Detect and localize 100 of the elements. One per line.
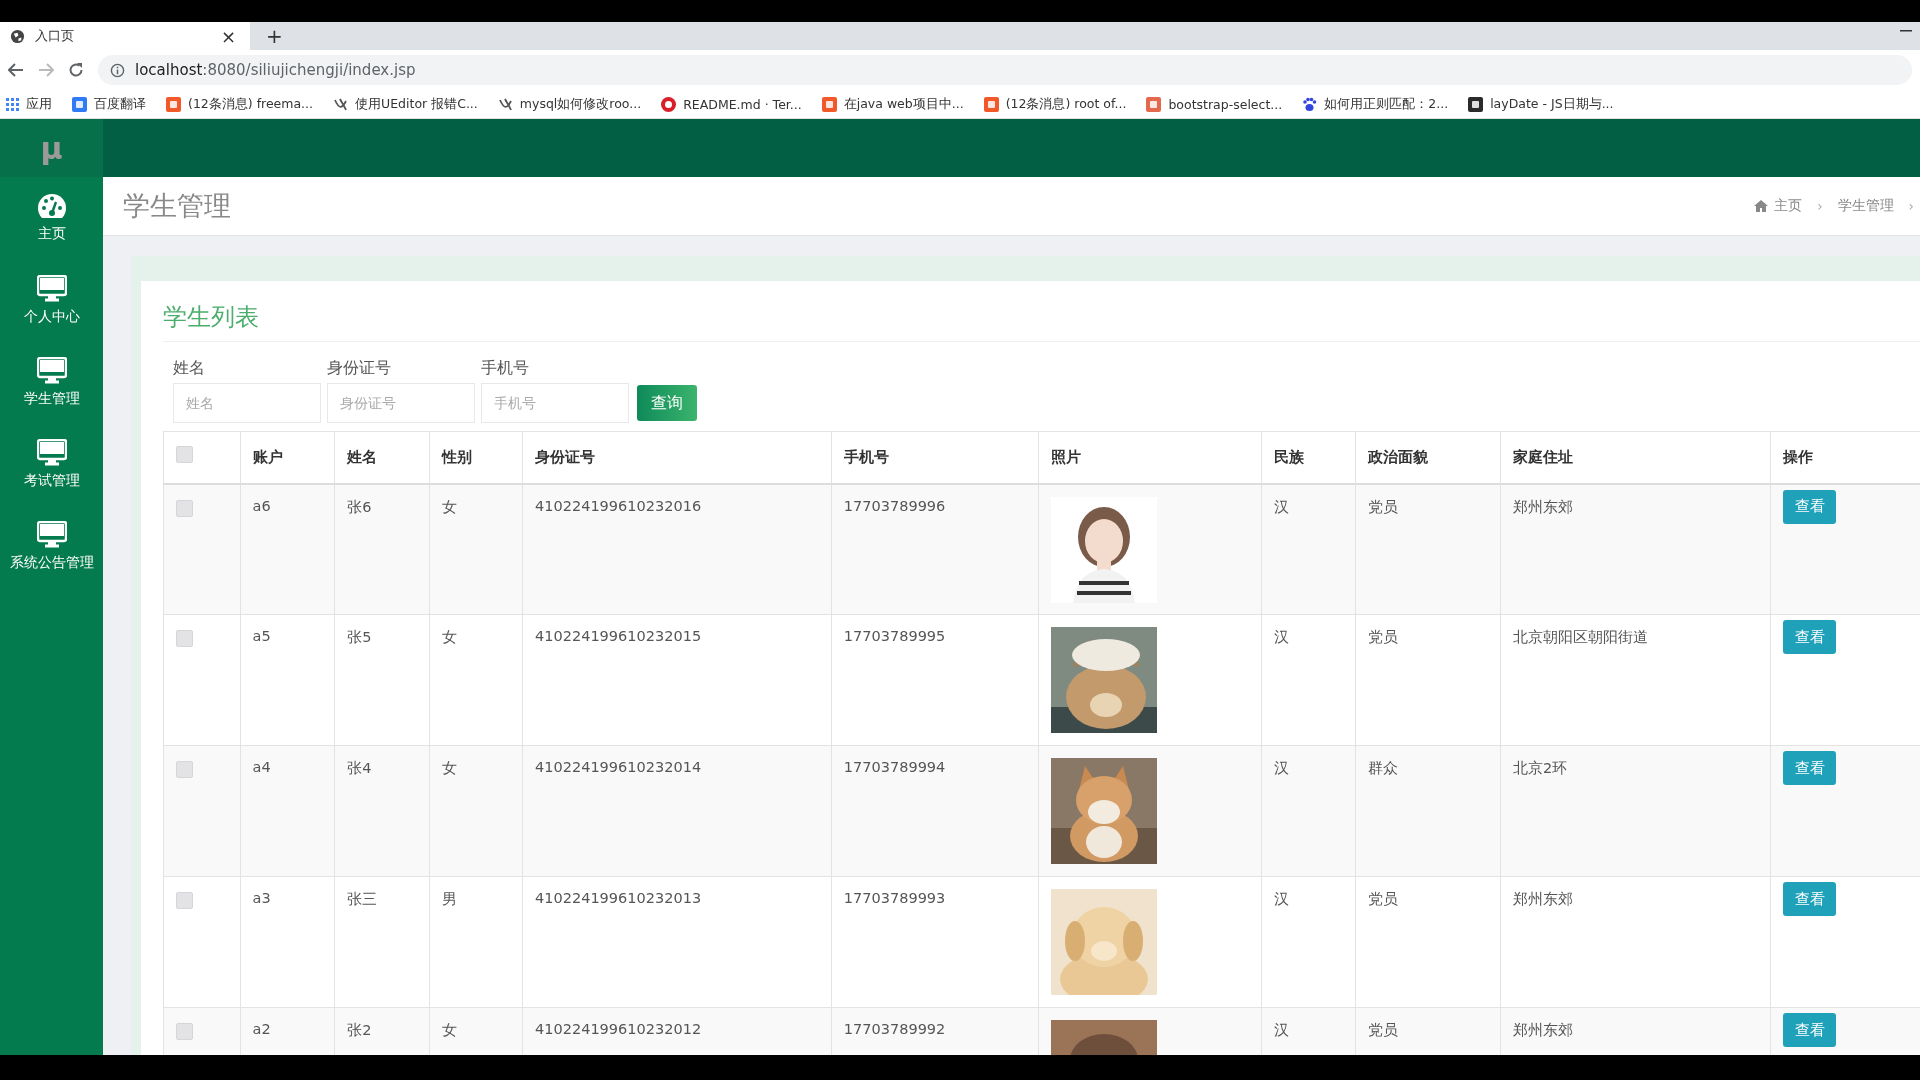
table-cell: 党员	[1368, 629, 1399, 645]
table-cell: 郑州东郊	[1512, 498, 1573, 515]
column-header: 姓名	[334, 431, 430, 484]
tab-title: 入口页	[35, 27, 75, 45]
bookmark[interactable]: README.md · Ter...	[661, 96, 802, 112]
bookmark[interactable]: 百度翻译	[72, 95, 146, 113]
row-checkbox[interactable]	[176, 499, 193, 517]
table-cell: 410224199610232014	[535, 759, 702, 775]
column-header: 照片	[1038, 431, 1262, 484]
row-checkbox[interactable]	[176, 892, 193, 909]
table-cell: 张6	[347, 498, 372, 515]
column-header: 身份证号	[522, 431, 832, 484]
bookmark[interactable]: 如何用正则匹配：2...	[1302, 95, 1449, 113]
breadcrumb-link[interactable]: 学生管理	[1837, 197, 1894, 215]
field-label: 姓名	[173, 358, 206, 379]
table-cell: 党员	[1368, 1022, 1399, 1038]
table-cell: 张2	[347, 1022, 372, 1038]
table-cell: 郑州东郊	[1512, 891, 1573, 907]
bookmark[interactable]: 在java web项目中...	[821, 95, 964, 113]
table-cell: 17703789992	[843, 1021, 946, 1037]
table-cell: 党员	[1368, 498, 1399, 515]
back-icon[interactable]	[8, 63, 24, 77]
bookmark[interactable]: (12条消息) freema...	[166, 95, 314, 113]
search-button[interactable]: 查询	[637, 385, 697, 421]
column-header: 账户	[240, 431, 335, 484]
sidebar-item[interactable]: 考试管理	[0, 423, 103, 505]
table-cell: 党员	[1368, 891, 1399, 907]
new-tab-button[interactable]: +	[260, 24, 289, 48]
globe-icon	[10, 28, 25, 44]
column-header: 家庭住址	[1500, 431, 1771, 484]
table-cell: 410224199610232015	[535, 628, 702, 644]
row-checkbox[interactable]	[176, 1023, 193, 1040]
minimize-icon[interactable]	[1900, 30, 1912, 32]
dashboard-icon	[36, 193, 67, 219]
breadcrumb-separator: ›	[1907, 198, 1915, 214]
page-title: 学生管理	[123, 189, 231, 223]
table-cell: a5	[252, 628, 271, 644]
column-header: 操作	[1770, 431, 1920, 484]
column-header: 性别	[429, 431, 523, 484]
table-cell: 北京2环	[1512, 760, 1568, 776]
bookmark[interactable]: 使用UEditor 报错C...	[333, 95, 478, 113]
table-cell: 汉	[1273, 891, 1289, 907]
table-cell: a6	[252, 497, 271, 514]
table-cell: 群众	[1368, 760, 1399, 776]
column-header: 政治面貌	[1355, 431, 1501, 484]
forward-icon[interactable]	[38, 63, 54, 77]
table-cell: 女	[441, 629, 457, 645]
table-cell: 汉	[1273, 760, 1289, 776]
table-cell: 张5	[347, 629, 372, 645]
table-cell: 汉	[1273, 629, 1289, 645]
row-checkbox[interactable]	[176, 630, 193, 647]
table-cell: 17703789994	[843, 759, 946, 775]
table-cell: a2	[252, 1021, 271, 1037]
bookmark[interactable]: 应用	[6, 95, 52, 113]
table-cell: 17703789995	[843, 628, 946, 644]
column-header: 民族	[1261, 431, 1356, 484]
breadcrumb-text: 主页	[1774, 197, 1803, 215]
select-all-checkbox[interactable]	[176, 446, 193, 463]
table-cell: 汉	[1273, 1022, 1289, 1038]
sidebar-item[interactable]: 个人中心	[0, 259, 103, 341]
sidebar-item[interactable]: 学生管理	[0, 341, 103, 423]
breadcrumb-link[interactable]: 主页	[1754, 197, 1803, 215]
table-cell: 410224199610232012	[535, 1021, 702, 1037]
row-checkbox[interactable]	[176, 761, 193, 778]
table-cell: 17703789993	[843, 890, 946, 906]
sidebar-item[interactable]: 系统公告管理	[0, 505, 103, 587]
field-label: 手机号	[481, 358, 530, 379]
table-cell: 男	[441, 891, 457, 907]
monitor-icon	[36, 438, 67, 466]
logo: μ	[0, 119, 103, 177]
table-cell: 张4	[347, 760, 372, 776]
bookmark[interactable]: (12条消息) root of...	[983, 95, 1127, 113]
card-title: 学生列表	[163, 281, 1920, 342]
input-field[interactable]: 手机号	[481, 383, 629, 423]
address-bar[interactable]: localhost:8080/siliujichengji/index.jsp	[98, 55, 1912, 85]
bookmark[interactable]: layDate - JS日期与...	[1468, 95, 1614, 113]
reload-icon[interactable]	[68, 62, 84, 78]
column-header: 手机号	[831, 431, 1039, 484]
table-cell: 汉	[1273, 498, 1289, 515]
bookmark[interactable]: bootstrap-select...	[1146, 96, 1283, 112]
breadcrumb-separator: ›	[1816, 198, 1824, 214]
info-icon[interactable]	[110, 62, 125, 78]
table-cell: a4	[252, 759, 271, 775]
input-field[interactable]: 姓名	[173, 383, 321, 423]
bookmark[interactable]: mysql如何修改roo...	[497, 95, 642, 113]
table-cell: 410224199610232016	[535, 497, 702, 514]
sidebar-item[interactable]: 主页	[0, 177, 103, 259]
table-cell: 女	[441, 498, 457, 515]
table-cell: 女	[441, 760, 457, 776]
monitor-icon	[36, 274, 67, 302]
close-tab-button[interactable]: ×	[216, 25, 240, 47]
table-cell: 北京朝阳区朝阳街道	[1512, 629, 1648, 645]
url-text: localhost:8080/siliujichengji/index.jsp	[135, 61, 416, 79]
browser-tab[interactable]: 入口页 ×	[0, 22, 250, 50]
monitor-icon	[36, 520, 67, 548]
table-cell: a3	[252, 890, 271, 906]
table-cell: 张三	[347, 891, 378, 907]
table-cell: 17703789996	[843, 497, 946, 514]
table-cell: 女	[441, 1022, 457, 1038]
input-field[interactable]: 身份证号	[327, 383, 475, 423]
